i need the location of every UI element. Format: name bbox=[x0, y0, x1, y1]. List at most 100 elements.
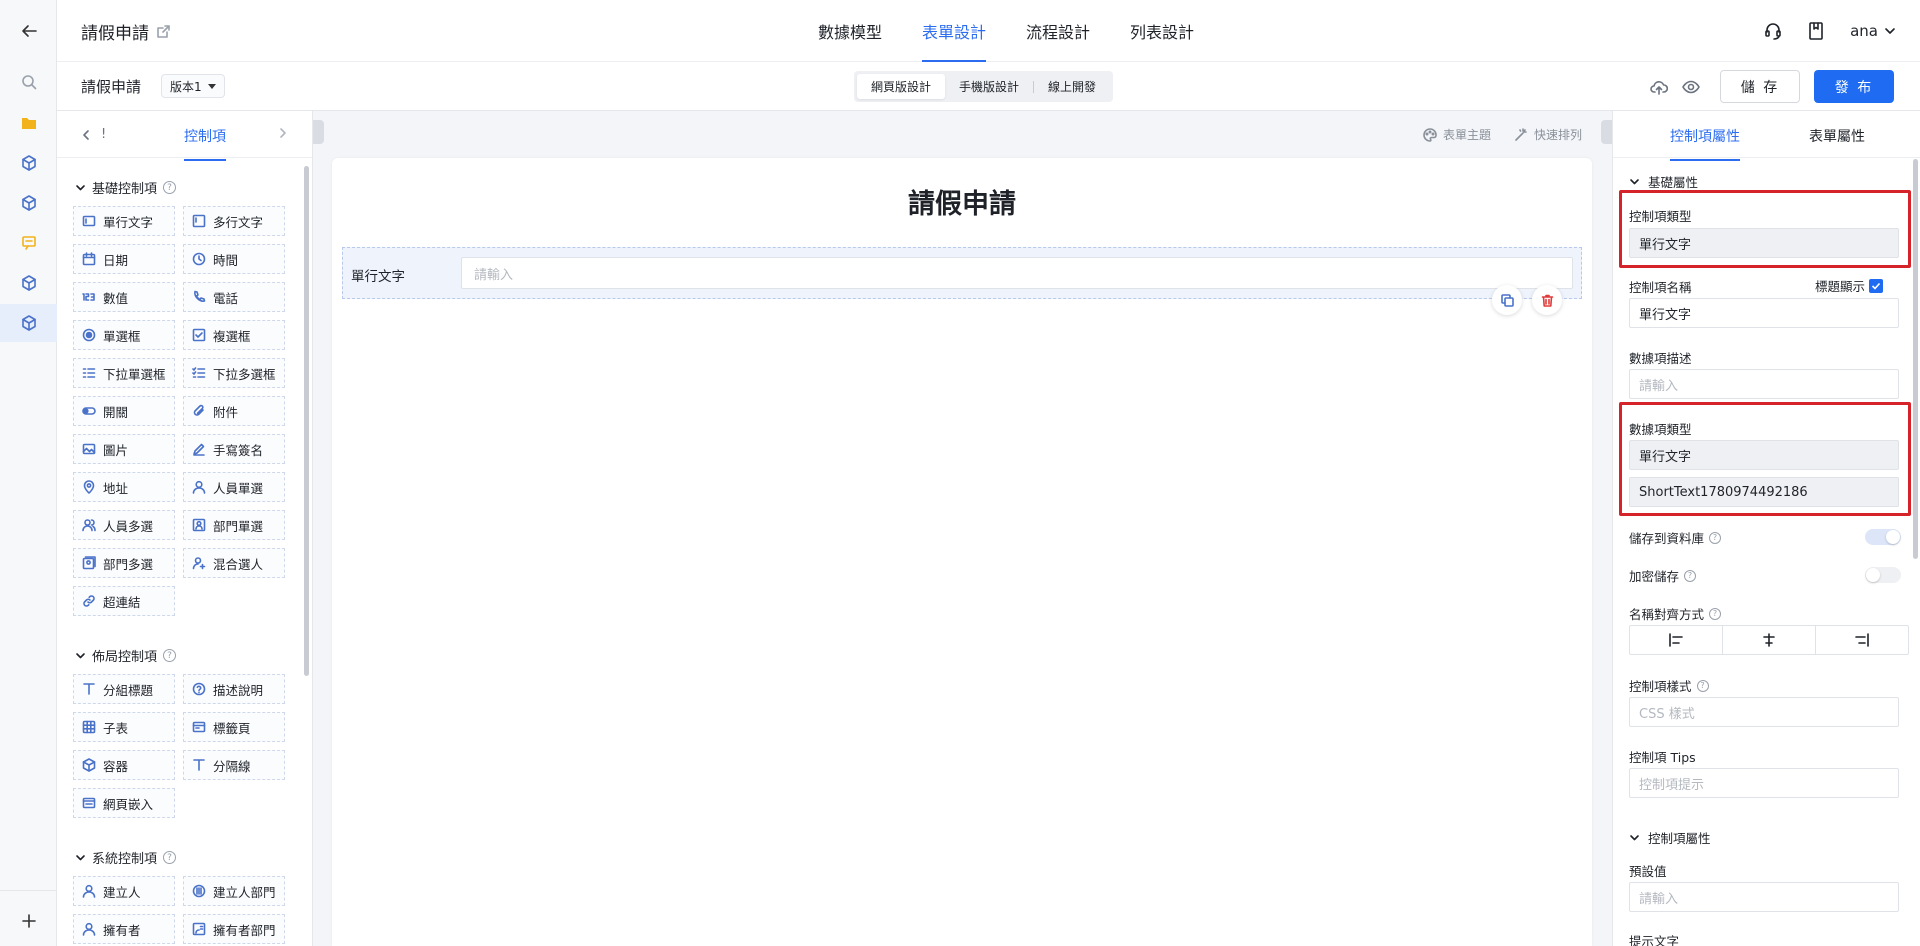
tips-input[interactable]: 控制項提示 bbox=[1629, 768, 1899, 798]
properties-scrollbar[interactable] bbox=[1913, 159, 1918, 559]
help-icon[interactable]: ? bbox=[1684, 569, 1697, 582]
control-item[interactable]: 時間 bbox=[183, 244, 285, 274]
help-icon[interactable]: ? bbox=[163, 181, 177, 194]
control-item[interactable]: 網頁嵌入 bbox=[73, 788, 175, 818]
help-icon[interactable]: ? bbox=[1709, 607, 1722, 620]
chevron-right-icon[interactable] bbox=[278, 127, 288, 139]
align-left-button[interactable] bbox=[1630, 626, 1723, 654]
external-link-icon[interactable] bbox=[157, 25, 170, 38]
control-item[interactable]: 複選框 bbox=[183, 320, 285, 350]
css-style-input[interactable]: CSS 樣式 bbox=[1629, 697, 1899, 727]
control-item[interactable]: 多行文字 bbox=[183, 206, 285, 236]
control-name-input[interactable]: 單行文字 bbox=[1629, 298, 1899, 328]
control-item[interactable]: 手寫簽名 bbox=[183, 434, 285, 464]
section-basic-properties[interactable]: 基礎屬性 bbox=[1629, 172, 1698, 191]
control-item[interactable]: 電話 bbox=[183, 282, 285, 312]
help-icon[interactable]: ? bbox=[1696, 679, 1709, 692]
cube-icon[interactable] bbox=[0, 304, 57, 342]
quick-arrange-button[interactable]: 快速排列 bbox=[1514, 126, 1582, 143]
tab-flow-design[interactable]: 流程設計 bbox=[1006, 0, 1110, 62]
form-theme-button[interactable]: 表單主題 bbox=[1423, 126, 1491, 143]
style-label: 控制項樣式 bbox=[1629, 679, 1692, 694]
preview-eye-icon[interactable] bbox=[1682, 80, 1700, 94]
help-icon[interactable]: ? bbox=[163, 851, 177, 864]
control-item[interactable]: 數值 bbox=[73, 282, 175, 312]
default-value-input[interactable]: 請輸入 bbox=[1629, 882, 1899, 912]
search-icon[interactable] bbox=[0, 63, 57, 101]
publish-button[interactable]: 發 布 bbox=[1814, 70, 1894, 103]
control-item[interactable]: 人員多選 bbox=[73, 510, 175, 540]
chat-icon[interactable] bbox=[0, 224, 57, 262]
control-item[interactable]: 單行文字 bbox=[73, 206, 175, 236]
group-layout-controls[interactable]: 佈局控制項 ? bbox=[75, 646, 177, 665]
control-item[interactable]: 分組標題 bbox=[73, 674, 175, 704]
control-item[interactable]: 下拉多選框 bbox=[183, 358, 285, 388]
cube-icon[interactable] bbox=[0, 144, 57, 182]
cube-icon[interactable] bbox=[0, 264, 57, 302]
control-item[interactable]: 地址 bbox=[73, 472, 175, 502]
control-item[interactable]: 擁有者部門 bbox=[183, 914, 285, 944]
help-icon[interactable]: ? bbox=[1709, 531, 1722, 544]
control-item[interactable]: 建立人部門 bbox=[183, 876, 285, 906]
cube-icon[interactable] bbox=[0, 184, 57, 222]
tab-form-design[interactable]: 表單設計 bbox=[902, 0, 1006, 62]
collapse-right-handle[interactable] bbox=[1601, 120, 1612, 144]
save-to-db-switch[interactable] bbox=[1865, 529, 1901, 545]
help-icon[interactable]: ? bbox=[163, 649, 177, 662]
tab-list-design[interactable]: 列表設計 bbox=[1110, 0, 1214, 62]
encrypt-switch[interactable] bbox=[1865, 567, 1901, 583]
collapse-left-handle[interactable] bbox=[313, 120, 324, 144]
tab-form-properties[interactable]: 表單屬性 bbox=[1809, 126, 1865, 146]
control-item[interactable]: 擁有者 bbox=[73, 914, 175, 944]
data-description-input[interactable]: 請輸入 bbox=[1629, 369, 1899, 399]
align-center-button[interactable] bbox=[1723, 626, 1816, 654]
control-item[interactable]: 單選框 bbox=[73, 320, 175, 350]
mode-web[interactable]: 網頁版設計 bbox=[857, 74, 946, 99]
align-right-button[interactable] bbox=[1816, 626, 1908, 654]
control-item[interactable]: 容器 bbox=[73, 750, 175, 780]
control-item[interactable]: 部門多選 bbox=[73, 548, 175, 578]
control-item[interactable]: 開關 bbox=[73, 396, 175, 426]
folder-icon[interactable] bbox=[0, 104, 57, 142]
palette-scrollbar[interactable] bbox=[304, 166, 309, 676]
save-button[interactable]: 儲 存 bbox=[1720, 70, 1800, 103]
control-item[interactable]: 附件 bbox=[183, 396, 285, 426]
tab-control-properties[interactable]: 控制項屬性 bbox=[1670, 126, 1740, 161]
control-item[interactable]: 人員單選 bbox=[183, 472, 285, 502]
palette-nav-label[interactable]: ! bbox=[101, 127, 106, 142]
checkbox-checked-icon[interactable] bbox=[1869, 278, 1884, 293]
control-item[interactable]: 混合選人 bbox=[183, 548, 285, 578]
control-item[interactable]: 標籤頁 bbox=[183, 712, 285, 742]
control-item[interactable]: 建立人 bbox=[73, 876, 175, 906]
control-item[interactable]: 部門單選 bbox=[183, 510, 285, 540]
version-select[interactable]: 版本1 bbox=[161, 74, 225, 98]
control-item[interactable]: 下拉單選框 bbox=[73, 358, 175, 388]
mode-mobile[interactable]: 手機版設計 bbox=[945, 74, 1033, 99]
plus-icon[interactable] bbox=[0, 902, 57, 940]
control-item[interactable]: 描述說明 bbox=[183, 674, 285, 704]
form-title[interactable]: 請假申請 bbox=[332, 182, 1592, 221]
document-icon[interactable] bbox=[1808, 22, 1824, 40]
mode-online-dev[interactable]: 線上開發 bbox=[1034, 74, 1110, 99]
copy-field-button[interactable] bbox=[1492, 285, 1522, 315]
chevron-left-icon[interactable] bbox=[81, 129, 91, 141]
control-item[interactable]: 分隔線 bbox=[183, 750, 285, 780]
group-system-controls[interactable]: 系統控制項 ? bbox=[75, 848, 177, 867]
user-menu[interactable]: ana bbox=[1850, 22, 1896, 40]
control-item[interactable]: 圖片 bbox=[73, 434, 175, 464]
section-control-properties[interactable]: 控制項屬性 bbox=[1629, 828, 1711, 847]
control-item[interactable]: 超連結 bbox=[73, 586, 175, 616]
show-title-toggle[interactable]: 標題顯示 bbox=[1815, 276, 1884, 295]
form-field-single-line-text[interactable]: 單行文字 請輸入 bbox=[342, 247, 1582, 299]
control-name-label: 控制項名稱 bbox=[1629, 280, 1692, 295]
cloud-upload-icon[interactable] bbox=[1650, 79, 1668, 95]
control-item[interactable]: 子表 bbox=[73, 712, 175, 742]
control-item[interactable]: 日期 bbox=[73, 244, 175, 274]
field-input[interactable]: 請輸入 bbox=[461, 257, 1573, 289]
group-basic-controls[interactable]: 基礎控制項 ? bbox=[75, 178, 177, 197]
support-icon[interactable] bbox=[1764, 22, 1782, 40]
tab-data-model[interactable]: 數據模型 bbox=[798, 0, 902, 62]
back-arrow-icon[interactable] bbox=[0, 12, 57, 50]
delete-field-button[interactable] bbox=[1532, 285, 1562, 315]
tab-controls[interactable]: 控制項 bbox=[184, 126, 226, 161]
